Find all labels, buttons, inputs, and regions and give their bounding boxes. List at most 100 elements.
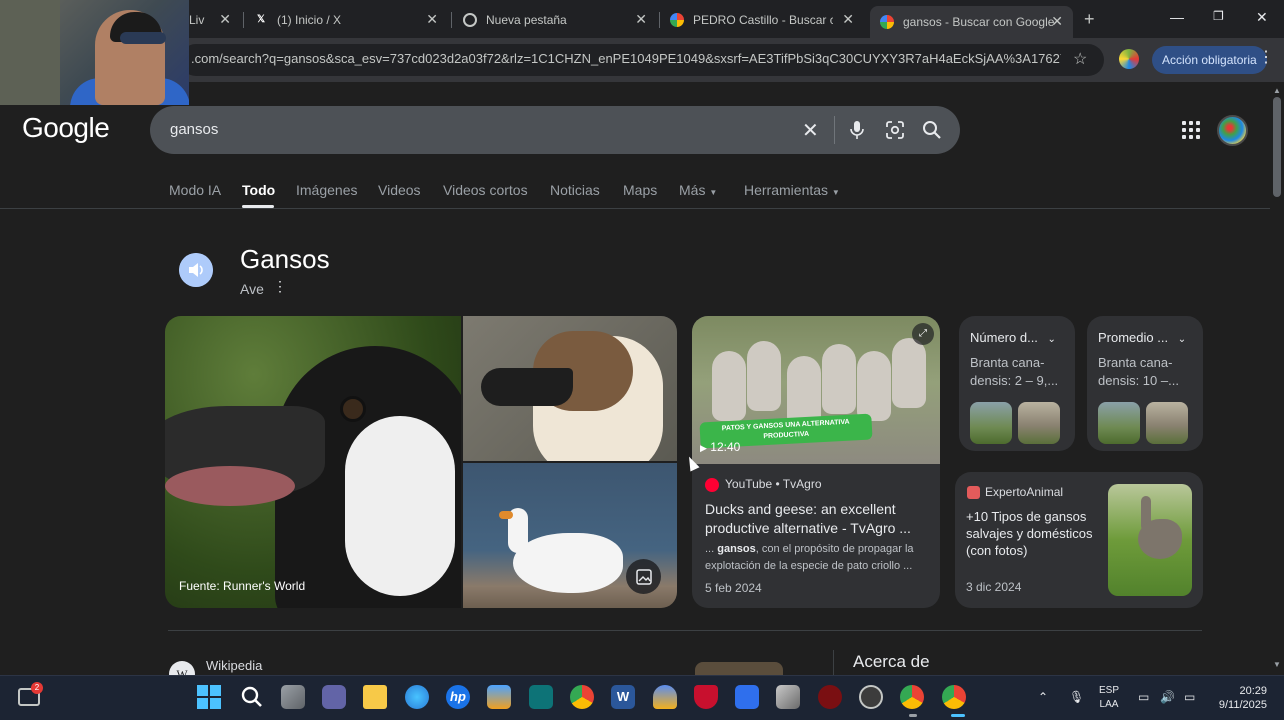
snippet-keyword: gansos (717, 543, 756, 555)
display-icon[interactable]: ▭ (1138, 690, 1149, 704)
stat-title-text: Promedio ... (1098, 330, 1169, 345)
search-input[interactable]: gansos (170, 121, 218, 138)
tab-gansos-active[interactable]: gansos - Buscar con Google ✕ (870, 6, 1073, 38)
chrome-profile-icon[interactable] (942, 685, 966, 709)
profile-extension-icon[interactable] (1119, 49, 1139, 69)
google-logo[interactable]: Google (22, 112, 110, 144)
search-divider (834, 116, 835, 144)
stat-thumbnail[interactable] (1018, 402, 1060, 444)
tab-x-inicio[interactable]: 𝕏 (1) Inicio / X ✕ (254, 7, 442, 32)
close-icon[interactable]: ✕ (426, 11, 438, 28)
photo-app-icon[interactable] (776, 685, 800, 709)
tab-maps[interactable]: Maps (623, 182, 657, 198)
close-icon[interactable]: ✕ (1051, 13, 1063, 30)
page-scrollbar[interactable]: ▲ ▼ (1270, 82, 1284, 675)
browser-menu-icon[interactable]: ⋮ (1258, 47, 1274, 67)
stat-title-text: Número d... (970, 330, 1038, 345)
account-avatar[interactable] (1217, 115, 1248, 146)
stat-thumbnail[interactable] (970, 402, 1012, 444)
stat-title[interactable]: Promedio ... ⌄ (1098, 330, 1186, 345)
video-duration-text: 12:40 (710, 440, 741, 454)
tab-modo-ia[interactable]: Modo IA (169, 182, 221, 198)
search-icon[interactable] (922, 120, 942, 140)
windows-start-icon[interactable] (197, 685, 221, 709)
clock-date: 9/11/2025 (1218, 699, 1267, 711)
clock-time: 20:29 (1239, 685, 1267, 697)
youtube-icon (705, 478, 719, 492)
expand-icon[interactable]: ⤢ (912, 323, 934, 345)
new-tab-button[interactable]: + (1084, 9, 1095, 30)
tab-todo[interactable]: Todo (242, 182, 275, 198)
tab-herramientas-label: Herramientas (744, 182, 829, 198)
teams-icon[interactable] (322, 685, 346, 709)
scrollbar-thumb[interactable] (1273, 97, 1281, 197)
tab-videos[interactable]: Videos (378, 182, 421, 198)
app-icon[interactable] (735, 685, 759, 709)
tab-videos-cortos[interactable]: Videos cortos (443, 182, 528, 198)
goose-main-image[interactable] (165, 316, 461, 608)
hp-icon[interactable]: hp (446, 685, 470, 709)
stat-thumbnail[interactable] (1098, 402, 1140, 444)
chrome-icon (463, 12, 477, 27)
mcafee-icon[interactable] (694, 685, 718, 709)
language-indicator[interactable]: ESP LAA (1099, 684, 1119, 712)
chrome-taskbar-icon[interactable] (570, 685, 594, 709)
tab-imagenes[interactable]: Imágenes (296, 182, 357, 198)
article-title[interactable]: +10 Tipos de gansos salvajes y doméstico… (966, 508, 1096, 559)
required-action-button[interactable]: Acción obligatoria (1152, 46, 1267, 74)
file-explorer-icon[interactable] (363, 685, 387, 709)
restore-button[interactable]: ❐ (1213, 9, 1224, 23)
word-icon[interactable]: W (611, 685, 635, 709)
goose-image-top[interactable] (463, 316, 677, 461)
scroll-down-icon[interactable]: ▼ (1273, 660, 1281, 669)
chrome-profile-icon[interactable] (900, 685, 924, 709)
tab-herramientas[interactable]: Herramientas ▼ (744, 182, 840, 198)
stat-title[interactable]: Número d... ⌄ (970, 330, 1056, 345)
task-view-icon[interactable] (281, 685, 305, 709)
volume-icon[interactable]: 🔊 (1160, 690, 1175, 704)
url-text[interactable]: .com/search?q=gansos&sca_esv=737cd023d2a… (191, 51, 1061, 66)
stat-thumbnail[interactable] (1146, 402, 1188, 444)
microphone-icon[interactable] (848, 120, 866, 140)
view-images-icon[interactable] (626, 559, 661, 594)
scroll-up-icon[interactable]: ▲ (1273, 86, 1281, 95)
bookmark-star-icon[interactable]: ☆ (1073, 49, 1087, 69)
taskbar-search-icon[interactable] (240, 685, 264, 709)
pronunciation-speaker-icon[interactable] (179, 253, 213, 287)
close-icon[interactable]: ✕ (219, 11, 231, 28)
close-icon[interactable]: ✕ (635, 11, 647, 28)
tab-title: PEDRO Castillo - Buscar con (693, 12, 833, 27)
minimize-button[interactable]: — (1170, 9, 1184, 25)
snippet-prefix: ... (705, 543, 718, 555)
wikipedia-thumbnail[interactable] (695, 662, 783, 676)
window-close-button[interactable]: ✕ (1256, 9, 1268, 26)
app-icon[interactable] (818, 685, 842, 709)
google-apps-icon[interactable] (1182, 121, 1200, 139)
store-icon[interactable] (487, 685, 511, 709)
tab-nueva-pestana[interactable]: Nueva pestaña ✕ (463, 7, 651, 32)
clear-search-icon[interactable]: ✕ (802, 118, 819, 143)
tab-noticias[interactable]: Noticias (550, 182, 600, 198)
article-thumbnail[interactable] (1108, 484, 1192, 596)
result-source-wikipedia[interactable]: Wikipedia (206, 658, 262, 673)
google-lens-icon[interactable] (885, 120, 905, 140)
app-icon[interactable] (859, 685, 883, 709)
rewards-icon[interactable] (653, 685, 677, 709)
stat-value: Branta cana-densis: 2 – 9,... (970, 355, 1059, 388)
close-icon[interactable]: ✕ (842, 11, 854, 28)
video-title[interactable]: Ducks and geese: an excellent productive… (705, 500, 925, 538)
more-options-icon[interactable]: ⋮ (273, 278, 287, 295)
system-clock[interactable]: 20:29 9/11/2025 (1212, 684, 1267, 712)
tab-title: Liv (189, 12, 205, 27)
tab-pedro-castillo[interactable]: PEDRO Castillo - Buscar con ✕ (670, 7, 858, 32)
edge-icon[interactable] (405, 685, 429, 709)
tab-live[interactable]: Liv ✕ (189, 7, 235, 32)
microphone-tray-icon[interactable]: 🎙 (1069, 690, 1084, 704)
search-box[interactable] (150, 106, 960, 154)
image-source-caption: Fuente: Runner's World (179, 579, 306, 593)
tray-overflow-icon[interactable]: ⌃ (1038, 690, 1048, 704)
battery-icon[interactable]: ▭ (1184, 690, 1195, 704)
entity-subtitle: Ave (240, 281, 264, 297)
app-icon[interactable] (529, 685, 553, 709)
tab-mas[interactable]: Más ▼ (679, 182, 717, 198)
